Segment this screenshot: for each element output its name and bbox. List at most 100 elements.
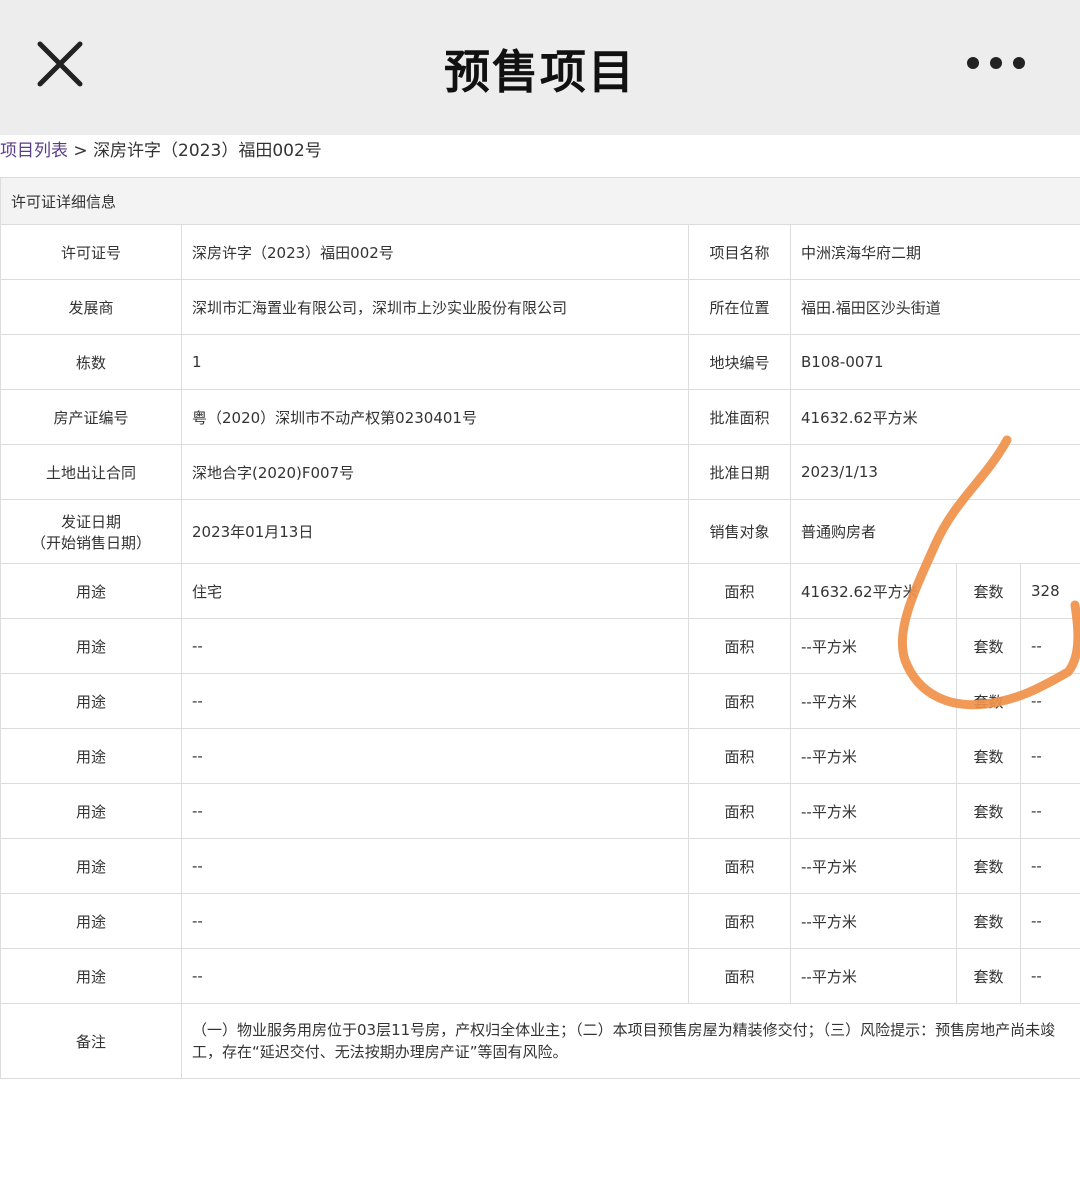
close-icon (37, 41, 83, 87)
units-label: 套数 (956, 673, 1021, 729)
remarks-label: 备注 (0, 1003, 182, 1079)
property-cert-label: 房产证编号 (0, 389, 182, 445)
usage-value: -- (181, 728, 689, 784)
area-label: 面积 (688, 948, 791, 1004)
area-label: 面积 (688, 618, 791, 674)
breadcrumb-link-project-list[interactable]: 项目列表 (0, 141, 68, 161)
usage-value: -- (181, 783, 689, 839)
usage-row: 用途 -- 面积 --平方米 套数 -- (0, 673, 1080, 729)
units-label: 套数 (956, 783, 1021, 839)
usage-label: 用途 (0, 563, 182, 619)
breadcrumb-separator: > (73, 141, 88, 161)
usage-label: 用途 (0, 673, 182, 729)
usage-value: -- (181, 618, 689, 674)
info-row-permit: 许可证号 深房许字（2023）福田002号 项目名称 中洲滨海华府二期 (0, 224, 1080, 280)
units-label: 套数 (956, 563, 1021, 619)
permit-no-value: 深房许字（2023）福田002号 (181, 224, 689, 280)
permit-no-label: 许可证号 (0, 224, 182, 280)
approved-area-label: 批准面积 (688, 389, 791, 445)
land-contract-value: 深地合字(2020)F007号 (181, 444, 689, 500)
breadcrumb: 项目列表 > 深房许字（2023）福田002号 (0, 137, 322, 165)
top-navigation-bar: 预售项目 (0, 0, 1080, 135)
area-label: 面积 (688, 673, 791, 729)
units-label: 套数 (956, 728, 1021, 784)
units-label: 套数 (956, 618, 1021, 674)
units-label: 套数 (956, 838, 1021, 894)
approved-date-label: 批准日期 (688, 444, 791, 500)
plot-no-value: B108-0071 (789, 334, 1080, 390)
usage-row: 用途 -- 面积 --平方米 套数 -- (0, 783, 1080, 839)
units-value: -- (1019, 838, 1080, 894)
area-value: --平方米 (790, 783, 957, 839)
breadcrumb-current: 深房许字（2023）福田002号 (93, 141, 322, 161)
page-title: 预售项目 (444, 45, 636, 99)
usage-row: 用途 住宅 面积 41632.62平方米 套数 328 (0, 563, 1080, 619)
property-cert-value: 粤（2020）深圳市不动产权第0230401号 (181, 389, 689, 445)
units-value: -- (1019, 618, 1080, 674)
usage-label: 用途 (0, 618, 182, 674)
area-label: 面积 (688, 728, 791, 784)
usage-row: 用途 -- 面积 --平方米 套数 -- (0, 728, 1080, 784)
location-value: 福田.福田区沙头街道 (789, 279, 1080, 335)
usage-label: 用途 (0, 948, 182, 1004)
area-value: --平方米 (790, 728, 957, 784)
approved-date-value: 2023/1/13 (789, 444, 1080, 500)
usage-row: 用途 -- 面积 --平方米 套数 -- (0, 838, 1080, 894)
info-row-issue-date: 发证日期 （开始销售日期） 2023年01月13日 销售对象 普通购房者 (0, 499, 1080, 564)
issue-date-label-line2: （开始销售日期） (30, 533, 151, 552)
usage-row: 用途 -- 面积 --平方米 套数 -- (0, 893, 1080, 949)
permit-detail-table: 许可证详细信息 许可证号 深房许字（2023）福田002号 项目名称 中洲滨海华… (0, 177, 1080, 1079)
area-label: 面积 (688, 838, 791, 894)
sales-target-value: 普通购房者 (789, 499, 1080, 564)
area-label: 面积 (688, 783, 791, 839)
project-name-label: 项目名称 (688, 224, 791, 280)
land-contract-label: 土地出让合同 (0, 444, 182, 500)
close-button[interactable] (30, 34, 90, 94)
developer-value: 深圳市汇海置业有限公司，深圳市上沙实业股份有限公司 (181, 279, 689, 335)
sales-target-label: 销售对象 (688, 499, 791, 564)
more-options-button[interactable] (962, 50, 1032, 76)
area-value: --平方米 (790, 948, 957, 1004)
approved-area-value: 41632.62平方米 (789, 389, 1080, 445)
units-value: 328 (1019, 563, 1080, 619)
usage-label: 用途 (0, 838, 182, 894)
usage-value: -- (181, 948, 689, 1004)
buildings-value: 1 (181, 334, 689, 390)
buildings-label: 栋数 (0, 334, 182, 390)
info-row-property-cert: 房产证编号 粤（2020）深圳市不动产权第0230401号 批准面积 41632… (0, 389, 1080, 445)
units-value: -- (1019, 673, 1080, 729)
units-label: 套数 (956, 948, 1021, 1004)
usage-label: 用途 (0, 893, 182, 949)
developer-label: 发展商 (0, 279, 182, 335)
usage-row: 用途 -- 面积 --平方米 套数 -- (0, 948, 1080, 1004)
units-value: -- (1019, 893, 1080, 949)
usage-label: 用途 (0, 728, 182, 784)
area-label: 面积 (688, 893, 791, 949)
units-value: -- (1019, 948, 1080, 1004)
remarks-row: 备注 （一）物业服务用房位于03层11号房，产权归全体业主；（二）本项目预售房屋… (0, 1003, 1080, 1079)
area-value: 41632.62平方米 (790, 563, 957, 619)
remarks-text: （一）物业服务用房位于03层11号房，产权归全体业主；（二）本项目预售房屋为精装… (180, 1003, 1080, 1079)
more-horizontal-icon (967, 57, 1025, 69)
info-row-land-contract: 土地出让合同 深地合字(2020)F007号 批准日期 2023/1/13 (0, 444, 1080, 500)
area-value: --平方米 (790, 673, 957, 729)
plot-no-label: 地块编号 (688, 334, 791, 390)
project-name-value: 中洲滨海华府二期 (789, 224, 1080, 280)
usage-value: -- (181, 673, 689, 729)
info-row-developer: 发展商 深圳市汇海置业有限公司，深圳市上沙实业股份有限公司 所在位置 福田.福田… (0, 279, 1080, 335)
usage-value: -- (181, 838, 689, 894)
area-value: --平方米 (790, 893, 957, 949)
location-label: 所在位置 (688, 279, 791, 335)
section-title: 许可证详细信息 (0, 177, 1080, 225)
units-value: -- (1019, 783, 1080, 839)
info-row-buildings: 栋数 1 地块编号 B108-0071 (0, 334, 1080, 390)
usage-value: 住宅 (181, 563, 689, 619)
area-value: --平方米 (790, 838, 957, 894)
area-value: --平方米 (790, 618, 957, 674)
issue-date-label: 发证日期 （开始销售日期） (0, 499, 182, 564)
units-value: -- (1019, 728, 1080, 784)
usage-row: 用途 -- 面积 --平方米 套数 -- (0, 618, 1080, 674)
section-header-row: 许可证详细信息 (0, 177, 1080, 225)
usage-label: 用途 (0, 783, 182, 839)
issue-date-label-line1: 发证日期 (60, 512, 121, 531)
